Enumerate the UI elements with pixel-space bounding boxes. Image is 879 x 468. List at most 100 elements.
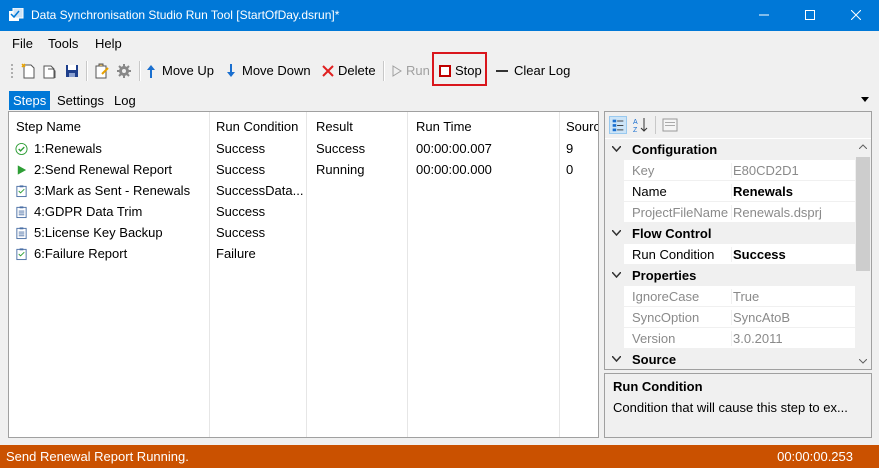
column-result[interactable]: Result (316, 119, 353, 134)
property-name: IgnoreCase (632, 289, 700, 304)
property-row[interactable]: Run Condition Success (605, 244, 855, 265)
table-row[interactable]: 3:Mark as Sent - Renewals SuccessData... (9, 181, 598, 202)
property-value[interactable]: SyncAtoB (731, 310, 790, 325)
move-up-button[interactable]: Move Up (144, 61, 218, 81)
edit-icon[interactable] (94, 63, 110, 79)
alphabetical-sort-icon[interactable]: A Z (631, 116, 649, 134)
description-text: Condition that will cause this step to e… (613, 400, 848, 415)
menu-file[interactable]: File (12, 36, 33, 51)
close-button[interactable] (833, 0, 879, 31)
tab-log[interactable]: Log (110, 91, 140, 110)
chevron-down-icon[interactable] (612, 356, 621, 362)
table-row[interactable]: 6:Failure Report Failure (9, 244, 598, 265)
description-title: Run Condition (613, 379, 703, 394)
scrollbar-thumb[interactable] (856, 157, 870, 271)
property-row[interactable]: ProjectFileName Renewals.dsprj (605, 202, 855, 223)
chevron-down-icon[interactable] (612, 146, 621, 152)
chevron-down-icon[interactable] (612, 272, 621, 278)
open-icon[interactable] (42, 63, 58, 79)
property-value[interactable]: 3.0.2011 (731, 331, 783, 346)
property-gutter (605, 286, 624, 307)
clipboard-icon (15, 184, 28, 198)
table-row[interactable]: 4:GDPR Data Trim Success (9, 202, 598, 223)
property-row[interactable]: Version 3.0.2011 (605, 328, 855, 349)
property-value[interactable]: Renewals.dsprj (731, 205, 822, 220)
move-down-button[interactable]: Move Down (224, 61, 314, 81)
column-step-name[interactable]: Step Name (16, 119, 81, 134)
property-category[interactable]: Configuration (605, 139, 855, 160)
property-value[interactable]: Renewals (731, 184, 793, 199)
column-source[interactable]: Sourc (566, 119, 598, 134)
property-row[interactable]: IgnoreCase True (605, 286, 855, 307)
settings-icon[interactable] (116, 63, 132, 79)
maximize-button[interactable] (787, 0, 833, 31)
run-condition-cell: Success (216, 225, 266, 240)
property-grid-scrollbar[interactable] (855, 139, 871, 369)
save-icon[interactable] (64, 63, 80, 79)
column-run-time[interactable]: Run Time (416, 119, 472, 134)
menu-help[interactable]: Help (95, 36, 122, 51)
scroll-down-icon[interactable] (859, 359, 867, 364)
step-name-cell: 6:Failure Report (34, 246, 128, 261)
run-time-cell: 00:00:00.000 (416, 162, 492, 177)
property-name: Name (632, 184, 667, 199)
arrow-down-icon (227, 64, 235, 77)
table-row[interactable]: 2:Send Renewal Report Success Running 00:00… (9, 160, 598, 181)
run-condition-cell: Success (216, 204, 266, 219)
tab-settings[interactable]: Settings (53, 91, 108, 110)
menu-tools[interactable]: Tools (48, 36, 78, 51)
categorized-view-icon[interactable] (609, 116, 627, 134)
delete-button[interactable]: Delete (319, 61, 377, 81)
table-row[interactable]: 5:License Key Backup Success (9, 223, 598, 244)
step-name-cell: 3:Mark as Sent - Renewals (34, 183, 191, 198)
property-value[interactable]: Success (731, 247, 786, 262)
property-category[interactable]: Flow Control (605, 223, 855, 244)
app-icon (9, 8, 24, 21)
property-grid: A Z Configuration Key E80CD2D1 Name Renewals… (604, 111, 872, 370)
property-grid-toolbar: A Z (605, 112, 871, 138)
clipboard-data-icon (15, 226, 28, 240)
property-category[interactable]: Source (605, 349, 855, 369)
property-row[interactable]: Key E80CD2D1 (605, 160, 855, 181)
run-time-cell: 00:00:00.007 (416, 141, 492, 156)
table-row[interactable]: 1:Renewals Success Success 00:00:00.007 9 (9, 139, 598, 160)
tab-dropdown-icon[interactable] (861, 97, 869, 102)
clipboard-icon (15, 247, 28, 261)
property-category[interactable]: Properties (605, 265, 855, 286)
property-pages-icon[interactable] (661, 116, 679, 134)
run-label: Run (406, 63, 430, 78)
property-gutter (605, 328, 624, 349)
minimize-button[interactable] (741, 0, 787, 31)
property-gutter (605, 160, 624, 181)
status-bar: Send Renewal Report Running. 00:00:00.25… (0, 445, 879, 468)
new-icon[interactable] (21, 63, 37, 79)
category-name: Source (632, 352, 677, 367)
step-name-cell: 2:Send Renewal Report (34, 162, 173, 177)
move-up-label: Move Up (162, 63, 215, 78)
property-name: Key (632, 163, 655, 178)
tab-steps[interactable]: Steps (9, 91, 51, 110)
svg-text:A: A (633, 119, 638, 126)
step-name-cell: 1:Renewals (34, 141, 102, 156)
category-name: Properties (632, 268, 697, 283)
property-row[interactable]: Name Renewals (605, 181, 855, 202)
column-run-condition[interactable]: Run Condition (216, 119, 298, 134)
scroll-up-icon[interactable] (859, 144, 867, 149)
property-gutter (605, 307, 624, 328)
property-gutter (605, 202, 624, 223)
property-name: Run Condition (632, 247, 715, 262)
chevron-down-icon[interactable] (612, 230, 621, 236)
property-name: Version (632, 331, 676, 346)
property-value[interactable]: E80CD2D1 (731, 163, 799, 178)
grip-icon (11, 64, 13, 78)
stop-highlight-box (432, 52, 487, 86)
property-value[interactable]: True (731, 289, 759, 304)
steps-list: Step Name Run Condition Result Run Time … (8, 111, 599, 438)
toolbar-separator (139, 61, 141, 81)
property-row[interactable]: SyncOption SyncAtoB (605, 307, 855, 328)
close-icon (851, 10, 861, 20)
clear-log-button[interactable]: Clear Log (494, 61, 574, 81)
run-button[interactable]: Run (390, 61, 430, 81)
svg-text:Z: Z (633, 127, 638, 134)
run-condition-cell: SuccessData... (216, 183, 304, 198)
